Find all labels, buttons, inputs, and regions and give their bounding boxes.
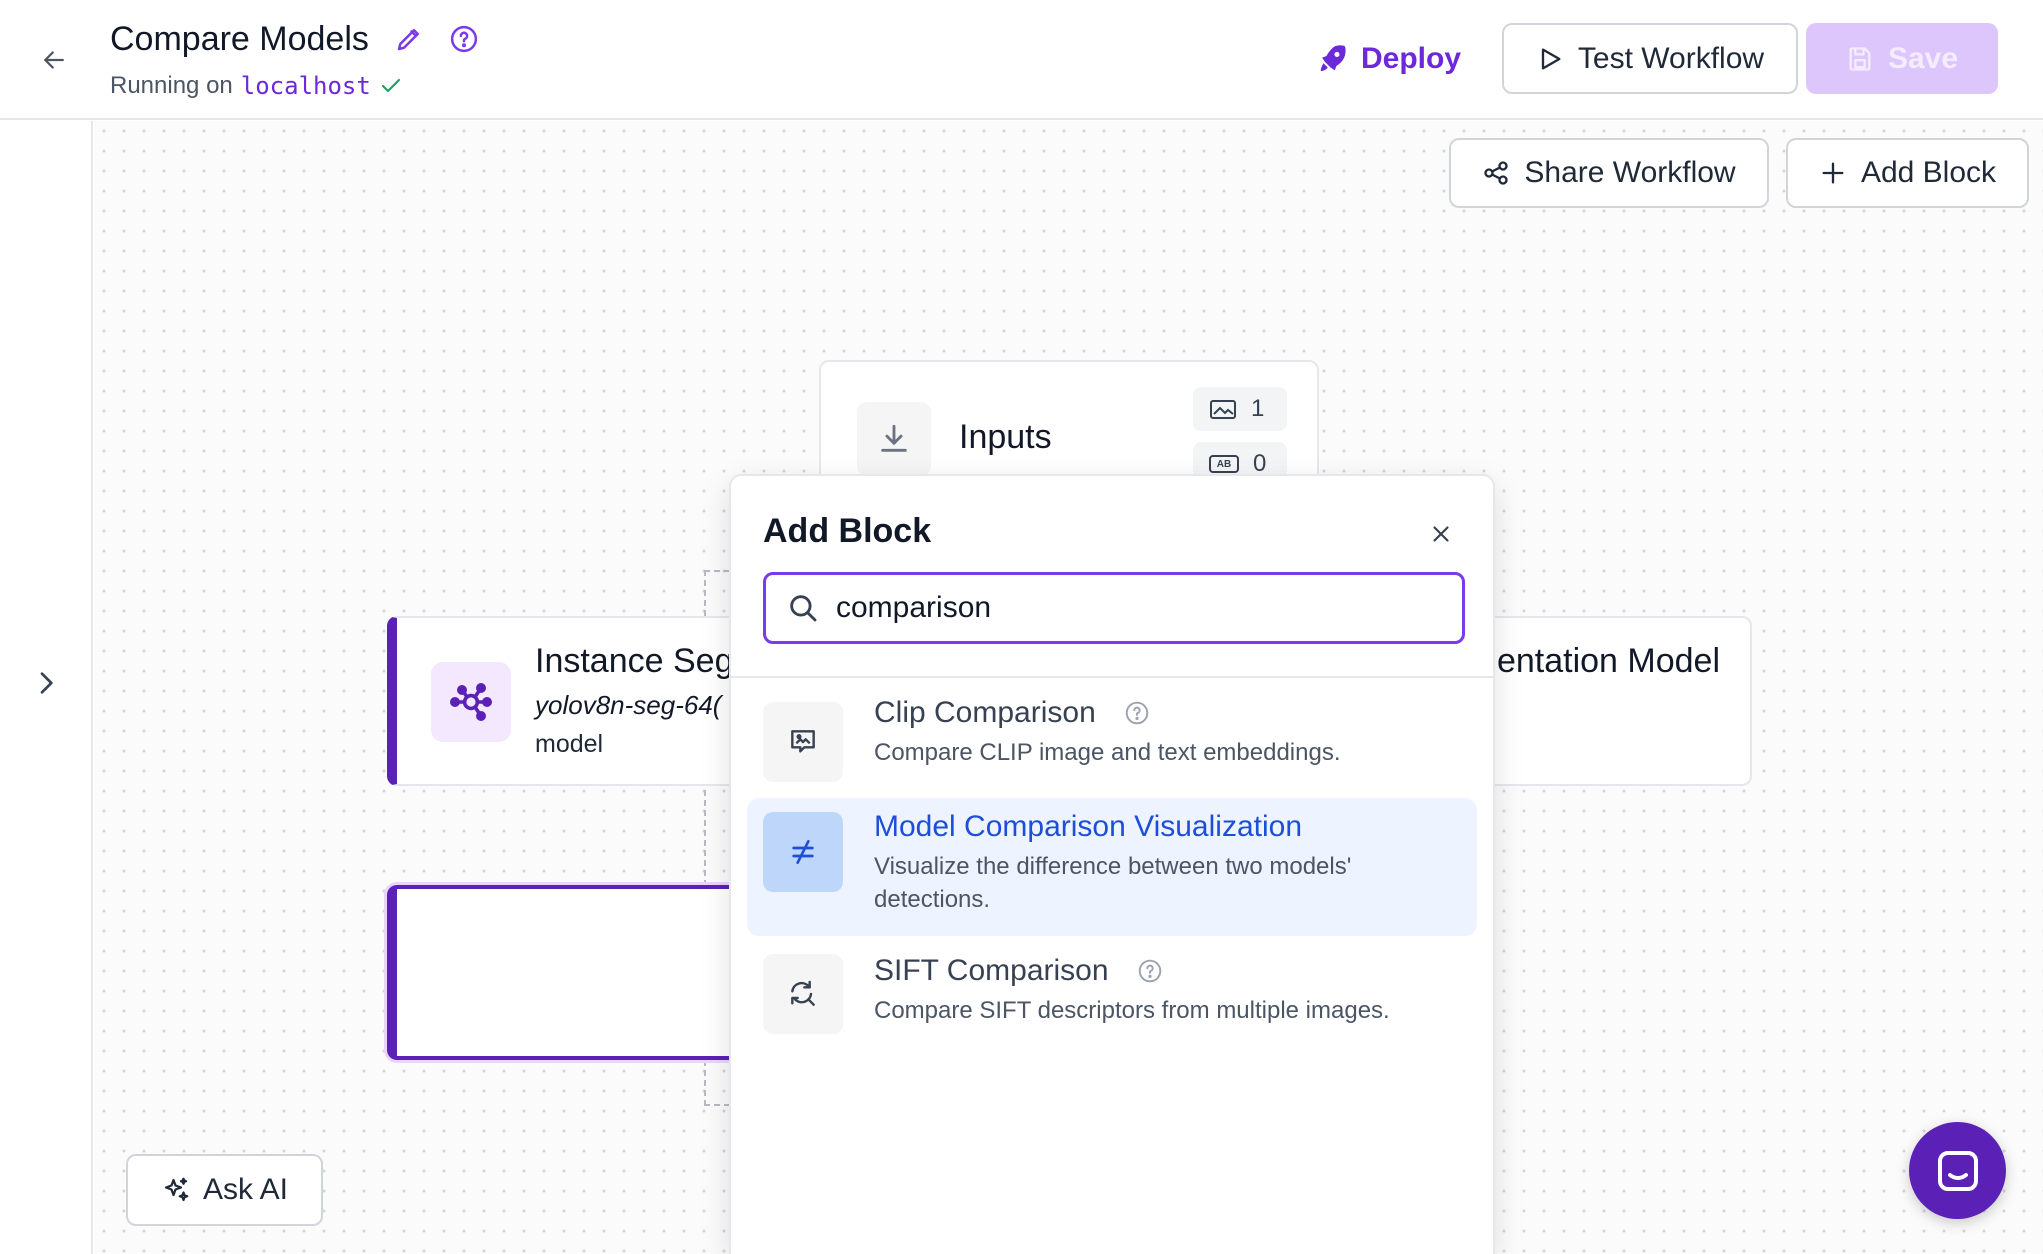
running-status: Running on localhost xyxy=(110,72,403,100)
result-title: Model Comparison Visualization xyxy=(874,810,1302,843)
check-icon xyxy=(381,78,400,93)
image-count: 1 xyxy=(1251,395,1265,422)
help-circle-icon[interactable] xyxy=(449,24,479,59)
running-prefix: Running on xyxy=(110,72,233,99)
deploy-button[interactable]: Deploy xyxy=(1315,32,1461,86)
save-icon xyxy=(1849,46,1871,71)
help-circle-icon[interactable] xyxy=(1124,700,1150,726)
result-name: Model Comparison Visualization xyxy=(874,810,1302,844)
not-equal-icon xyxy=(763,812,843,892)
search-icon xyxy=(790,595,817,622)
edge-connector xyxy=(704,1104,730,1106)
image-icon xyxy=(1210,400,1236,419)
ask-ai-button[interactable]: Ask AI xyxy=(126,1154,323,1226)
result-title: SIFT Comparison xyxy=(874,954,1109,987)
result-name: Clip Comparison xyxy=(874,696,1150,730)
deploy-label: Deploy xyxy=(1361,42,1462,75)
image-input-count: 1 xyxy=(1193,387,1287,431)
node-title: Instance Seg xyxy=(535,642,734,680)
node-kind: model xyxy=(535,730,604,758)
result-item-model-comparison-visualization[interactable]: Model Comparison Visualization Visualize… xyxy=(747,798,1477,936)
close-icon[interactable] xyxy=(1421,514,1461,554)
result-description: Compare SIFT descriptors from multiple i… xyxy=(874,997,1390,1024)
rocket-icon xyxy=(1320,45,1346,72)
edge-connector xyxy=(704,570,730,572)
plus-icon xyxy=(1822,162,1844,184)
chevron-right-icon[interactable] xyxy=(30,667,62,704)
add-block-modal: Add Block Clip Comparison Compare CLIP i… xyxy=(729,474,1495,1254)
back-arrow-icon[interactable] xyxy=(34,40,74,80)
left-sidebar-collapsed xyxy=(0,121,93,1254)
pencil-icon[interactable] xyxy=(394,24,424,59)
text-param-icon: AB xyxy=(1209,455,1239,473)
share-workflow-label: Share Workflow xyxy=(1524,156,1736,189)
search-refresh-icon xyxy=(763,954,843,1034)
node-model-id: yolov8n-seg-64( xyxy=(535,690,722,720)
modal-title: Add Block xyxy=(763,512,932,550)
result-item-sift-comparison[interactable]: SIFT Comparison Compare SIFT descriptors… xyxy=(747,944,1477,1044)
inputs-label: Inputs xyxy=(959,418,1052,456)
search-input[interactable] xyxy=(836,591,1416,625)
node-title: entation Model xyxy=(1496,642,1720,680)
host-name: localhost xyxy=(240,72,371,100)
image-compare-icon xyxy=(763,702,843,782)
share-icon xyxy=(1484,161,1509,185)
test-workflow-button[interactable]: Test Workflow xyxy=(1502,23,1798,94)
add-block-button[interactable]: Add Block xyxy=(1786,138,2029,208)
result-title: Clip Comparison xyxy=(874,696,1096,729)
play-icon xyxy=(1541,48,1561,70)
save-label: Save xyxy=(1887,41,1959,75)
selected-block-node[interactable] xyxy=(387,885,787,1060)
divider xyxy=(731,676,1493,678)
result-description: Compare CLIP image and text embeddings. xyxy=(874,739,1341,766)
save-button[interactable]: Save xyxy=(1806,23,1998,94)
model-graph-icon xyxy=(431,662,511,742)
instance-segmentation-node[interactable]: Instance Seg yolov8n-seg-64( model xyxy=(387,616,787,786)
help-circle-icon[interactable] xyxy=(1137,958,1163,984)
add-block-label: Add Block xyxy=(1860,156,1997,189)
ask-ai-label: Ask AI xyxy=(202,1173,289,1206)
test-workflow-label: Test Workflow xyxy=(1577,41,1765,75)
sparkles-icon xyxy=(164,1177,189,1202)
result-description: Visualize the difference between two mod… xyxy=(874,853,1352,913)
chat-support-icon[interactable] xyxy=(1909,1122,2006,1219)
result-item-clip-comparison[interactable]: Clip Comparison Compare CLIP image and t… xyxy=(747,692,1477,792)
top-header: Compare Models Running on localhost Depl… xyxy=(0,0,2043,120)
block-search-field[interactable] xyxy=(763,572,1465,644)
download-icon xyxy=(857,402,931,476)
share-workflow-button[interactable]: Share Workflow xyxy=(1449,138,1769,208)
workflow-title: Compare Models xyxy=(110,20,369,58)
result-name: SIFT Comparison xyxy=(874,954,1163,988)
